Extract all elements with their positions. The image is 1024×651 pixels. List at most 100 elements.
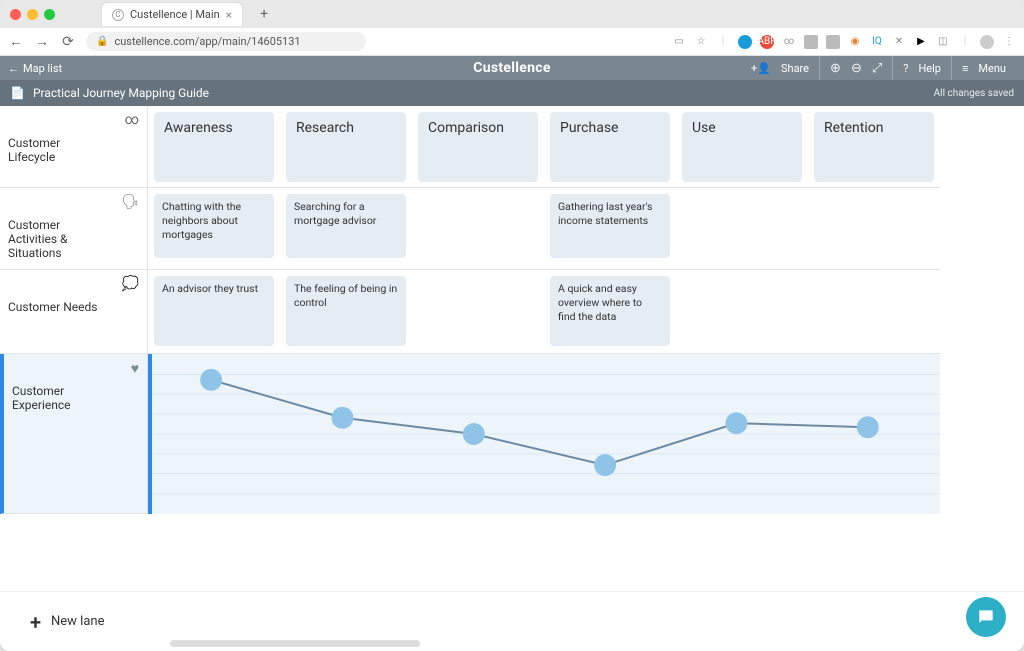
heart-icon: ♥ xyxy=(131,360,139,377)
experience-line-chart xyxy=(152,354,940,514)
phase-card[interactable]: Retention xyxy=(814,112,934,182)
profile-avatar[interactable] xyxy=(980,35,994,49)
sticky-text: A quick and easy overview where to find … xyxy=(558,282,642,323)
sticky-text: The feeling of being in control xyxy=(294,282,397,309)
sticky-text: An advisor they trust xyxy=(162,282,258,295)
save-state-label: All changes saved xyxy=(934,88,1014,99)
lane-label: Customer Experience xyxy=(12,364,107,412)
lane-header-experience[interactable]: Customer Experience ♥ xyxy=(0,354,148,514)
nav-back-icon[interactable]: ← xyxy=(8,33,24,50)
phase-card[interactable]: Purchase xyxy=(550,112,670,182)
ext-icon[interactable] xyxy=(738,35,752,49)
speaking-icon: 🗣 xyxy=(121,194,139,210)
fullscreen-button[interactable]: ⤢ xyxy=(872,61,882,76)
arrow-left-icon: ← xyxy=(8,62,19,75)
phase-label: Research xyxy=(296,120,354,136)
nav-reload-icon[interactable]: ⟳ xyxy=(60,34,76,50)
document-icon: 📄 xyxy=(10,86,25,100)
browser-window: C Custellence | Main × + ← → ⟳ 🔒 custell… xyxy=(0,0,1024,651)
nav-forward-icon[interactable]: → xyxy=(34,33,50,50)
browser-tab[interactable]: C Custellence | Main × xyxy=(101,2,243,26)
phase-card[interactable]: Comparison xyxy=(418,112,538,182)
hamburger-icon: ≡ xyxy=(962,62,968,75)
sticky-card[interactable]: The feeling of being in control xyxy=(286,276,406,346)
phase-label: Comparison xyxy=(428,120,504,136)
new-lane-button[interactable]: + New lane xyxy=(30,610,104,634)
experience-chart[interactable] xyxy=(148,354,940,514)
experience-point[interactable] xyxy=(331,407,353,429)
chat-icon xyxy=(976,607,996,627)
experience-point[interactable] xyxy=(725,412,747,434)
tab-title: Custellence | Main xyxy=(130,8,220,21)
zoom-out-button[interactable]: ⊖ xyxy=(851,61,862,76)
titlebar: C Custellence | Main × + xyxy=(0,0,1024,28)
ext-icon[interactable]: ✕ xyxy=(892,35,906,49)
ext-icon[interactable] xyxy=(826,35,840,49)
window-close-icon[interactable] xyxy=(10,9,21,20)
menu-label: Menu xyxy=(978,62,1006,75)
map-list-label: Map list xyxy=(23,62,62,75)
phase-card[interactable]: Research xyxy=(286,112,406,182)
zoom-in-button[interactable]: ⊕ xyxy=(830,61,841,76)
phase-card[interactable]: Use xyxy=(682,112,802,182)
ext-icon[interactable] xyxy=(804,35,818,49)
intercom-launcher[interactable] xyxy=(966,597,1006,637)
app-logo: Custellence xyxy=(473,60,550,76)
document-title[interactable]: Practical Journey Mapping Guide xyxy=(33,86,209,100)
sticky-card[interactable]: Gathering last year's income statements xyxy=(550,194,670,258)
ext-icon[interactable]: IQ xyxy=(870,35,884,49)
extension-icons: ▭ ☆ | ABP ∞ ◉ IQ ✕ ▶ ◫ | ⋮ xyxy=(672,35,1016,49)
sticky-text: Chatting with the neighbors about mortga… xyxy=(162,200,241,241)
reader-icon[interactable]: ▭ xyxy=(672,35,686,49)
window-zoom-icon[interactable] xyxy=(44,9,55,20)
url-text: custellence.com/app/main/14605131 xyxy=(114,35,300,48)
share-button[interactable]: +👤 Share xyxy=(741,56,819,80)
ext-icon[interactable]: ◉ xyxy=(848,35,862,49)
menu-button[interactable]: ≡ Menu xyxy=(951,56,1016,80)
lane-header-activities[interactable]: Customer Activities & Situations 🗣 xyxy=(0,188,148,270)
lane-label: Customer Lifecycle xyxy=(8,116,103,164)
share-label: Share xyxy=(781,62,809,75)
adblock-icon[interactable]: ABP xyxy=(760,35,774,49)
experience-point[interactable] xyxy=(594,454,616,476)
window-minimize-icon[interactable] xyxy=(27,9,38,20)
infinity-icon: ∞ xyxy=(125,112,139,128)
experience-point[interactable] xyxy=(200,369,222,391)
sticky-card[interactable]: A quick and easy overview where to find … xyxy=(550,276,670,346)
horizontal-scrollbar[interactable] xyxy=(170,640,420,647)
share-icon: +👤 xyxy=(751,62,771,75)
ext-icon[interactable]: ▶ xyxy=(914,35,928,49)
url-field[interactable]: 🔒 custellence.com/app/main/14605131 xyxy=(86,32,366,51)
thought-bubble-icon: 💭 xyxy=(122,276,139,292)
new-tab-button[interactable]: + xyxy=(255,5,273,23)
help-button[interactable]: ? Help xyxy=(892,56,951,80)
tab-close-icon[interactable]: × xyxy=(226,8,232,22)
sticky-card[interactable]: Searching for a mortgage advisor xyxy=(286,194,406,258)
favicon-icon: C xyxy=(112,9,124,21)
phase-label: Retention xyxy=(824,120,884,136)
star-icon[interactable]: ☆ xyxy=(694,35,708,49)
address-bar: ← → ⟳ 🔒 custellence.com/app/main/1460513… xyxy=(0,28,1024,56)
lane-label: Customer Needs xyxy=(8,280,97,314)
app-topbar: ← Map list Custellence +👤 Share ⊕ ⊖ ⤢ ? … xyxy=(0,56,1024,80)
kebab-menu-icon[interactable]: ⋮ xyxy=(1002,35,1016,49)
map-list-link[interactable]: ← Map list xyxy=(8,62,62,75)
phase-label: Purchase xyxy=(560,120,618,136)
phase-label: Use xyxy=(692,120,716,136)
ext-icon[interactable]: ∞ xyxy=(782,35,796,49)
lane-header-lifecycle[interactable]: Customer Lifecycle ∞ xyxy=(0,106,148,188)
plus-icon: + xyxy=(30,610,41,634)
lane-header-needs[interactable]: Customer Needs 💭 xyxy=(0,270,148,354)
sticky-card[interactable]: Chatting with the neighbors about mortga… xyxy=(154,194,274,258)
experience-point[interactable] xyxy=(857,416,879,438)
ext-icon[interactable]: ◫ xyxy=(936,35,950,49)
phase-card[interactable]: Awareness xyxy=(154,112,274,182)
journey-canvas[interactable]: Customer Lifecycle ∞ Awareness Research … xyxy=(0,106,1024,651)
sticky-text: Gathering last year's income statements xyxy=(558,200,652,227)
sticky-text: Searching for a mortgage advisor xyxy=(294,200,376,227)
experience-point[interactable] xyxy=(463,423,485,445)
new-lane-label: New lane xyxy=(51,614,104,629)
help-icon: ? xyxy=(903,62,908,75)
lane-label: Customer Activities & Situations xyxy=(8,198,103,260)
sticky-card[interactable]: An advisor they trust xyxy=(154,276,274,346)
